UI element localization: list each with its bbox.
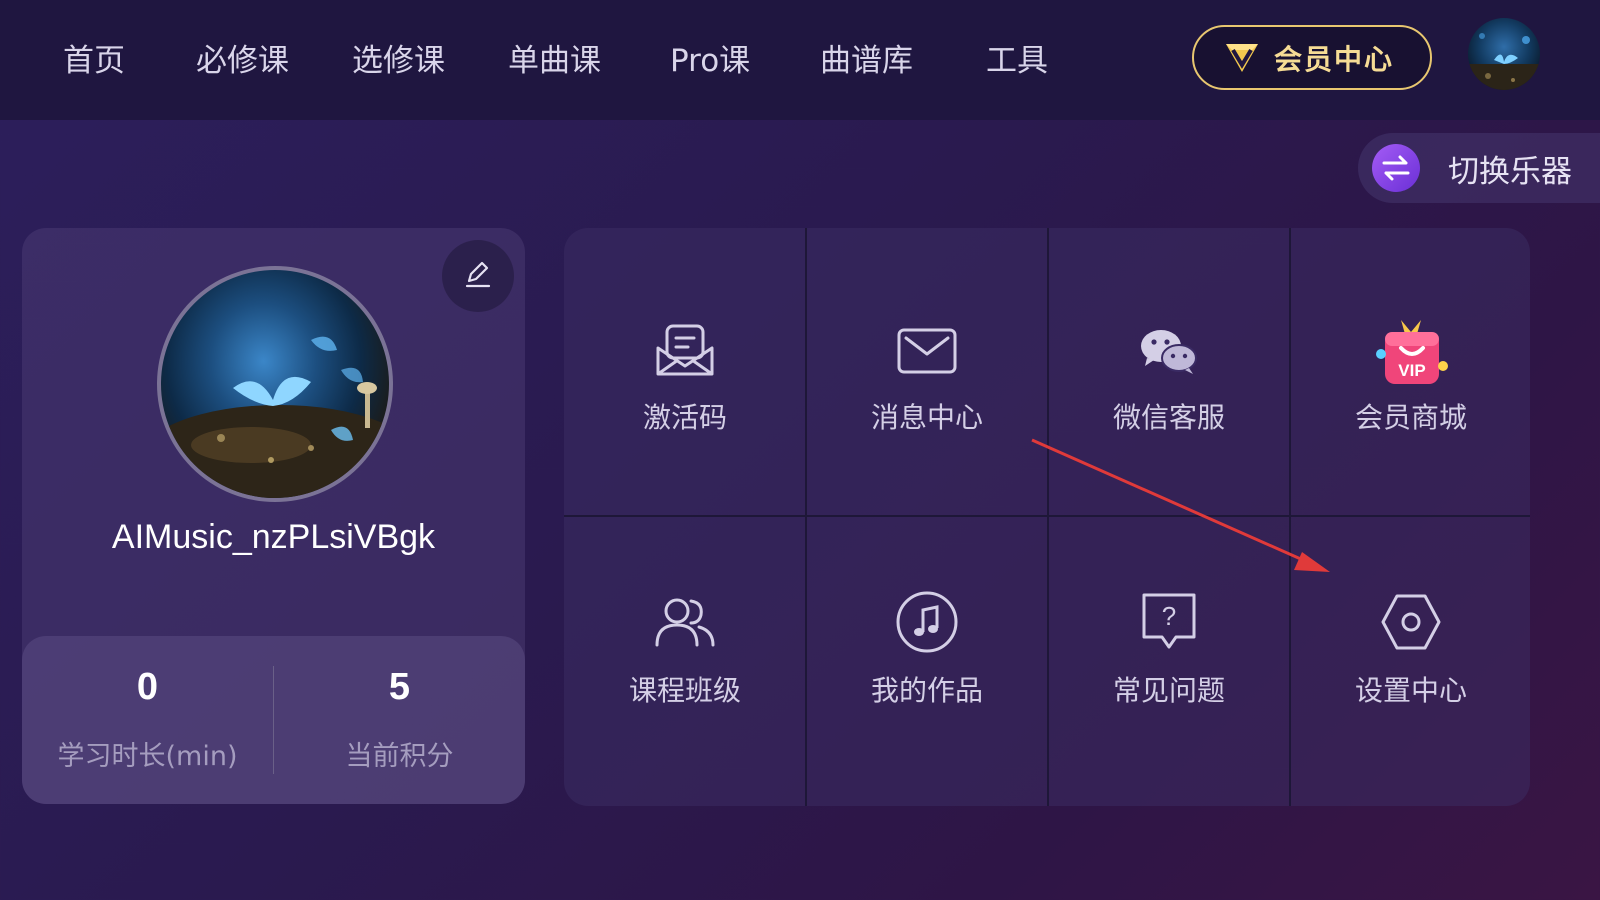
stat-study-time-label: 学习时长(min) (57, 741, 238, 772)
member-center-button[interactable]: 会员中心 (1192, 25, 1432, 90)
grid-divider (564, 515, 1530, 517)
tile-course-class[interactable]: 课程班级 (564, 517, 806, 806)
vip-gift-icon: VIP (1290, 316, 1530, 386)
top-navigation-bar: 首页 必修课 选修课 单曲课 Pro课 曲谱库 工具 会员中心 (0, 0, 1600, 120)
stat-study-time-value: 0 (136, 666, 159, 708)
stat-points: 5 当前积分 (274, 636, 525, 804)
question-icon: ? (1048, 587, 1290, 657)
tile-course-class-label: 课程班级 (628, 674, 741, 707)
nav-item-sheet-music-library[interactable]: 曲谱库 (820, 36, 913, 86)
switch-instrument-label: 切换乐器 (1448, 153, 1572, 190)
tile-wechat-support-label: 微信客服 (1112, 401, 1225, 434)
grid-divider (805, 228, 807, 806)
pencil-icon (463, 259, 493, 293)
nav-item-home[interactable]: 首页 (63, 36, 125, 86)
edit-profile-button[interactable] (442, 240, 514, 312)
tile-my-works-label: 我的作品 (870, 674, 983, 707)
tile-wechat-support[interactable]: 微信客服 (1048, 228, 1290, 517)
nav-item-required-courses[interactable]: 必修课 (196, 36, 289, 86)
swap-arrows-icon (1372, 144, 1420, 192)
nav-item-tools[interactable]: 工具 (986, 36, 1048, 86)
tile-settings-center-label: 设置中心 (1354, 674, 1467, 707)
envelope-icon (806, 316, 1048, 386)
switch-instrument-button[interactable]: 切换乐器 (1358, 133, 1600, 203)
member-center-label: 会员中心 (1274, 42, 1395, 76)
grid-divider (1289, 228, 1291, 806)
tile-vip-store[interactable]: VIP 会员商城 (1290, 228, 1530, 517)
tile-message-center[interactable]: 消息中心 (806, 228, 1048, 517)
grid-divider (1047, 228, 1049, 806)
tile-message-center-label: 消息中心 (870, 401, 983, 434)
svg-text:VIP: VIP (1398, 361, 1425, 380)
wechat-icon (1048, 316, 1290, 386)
stat-points-label: 当前积分 (345, 741, 454, 772)
username: AIMusic_nzPLsiVBgk (111, 518, 436, 556)
nav-item-single-song-courses[interactable]: 单曲课 (508, 36, 601, 86)
stat-points-value: 5 (388, 666, 411, 708)
stat-study-time: 0 学习时长(min) (22, 636, 273, 804)
tile-faq[interactable]: ? 常见问题 (1048, 517, 1290, 806)
tile-activation-code[interactable]: 激活码 (564, 228, 806, 517)
tile-vip-store-label: 会员商城 (1354, 401, 1467, 434)
profile-avatar[interactable] (157, 266, 393, 502)
feature-grid: 激活码 消息中心 微信客服 VIP 会员商城 课程班级 我的作品 ? 常见问题 … (564, 228, 1530, 806)
tile-settings-center[interactable]: 设置中心 (1290, 517, 1530, 806)
svg-text:?: ? (1162, 601, 1176, 631)
nav-item-pro-courses[interactable]: Pro课 (670, 36, 750, 86)
users-icon (564, 587, 806, 657)
tile-activation-code-label: 激活码 (642, 401, 727, 434)
tile-faq-label: 常见问题 (1112, 674, 1225, 707)
settings-hexagon-icon (1290, 587, 1530, 657)
nav-item-elective-courses[interactable]: 选修课 (352, 36, 445, 86)
profile-card: AIMusic_nzPLsiVBgk 0 学习时长(min) 5 当前积分 (22, 228, 525, 804)
stats-panel: 0 学习时长(min) 5 当前积分 (22, 636, 525, 804)
user-avatar[interactable] (1468, 18, 1540, 90)
music-note-icon (806, 587, 1048, 657)
activation-code-icon (564, 316, 806, 386)
vip-diamond-icon (1222, 38, 1262, 78)
tile-my-works[interactable]: 我的作品 (806, 517, 1048, 806)
